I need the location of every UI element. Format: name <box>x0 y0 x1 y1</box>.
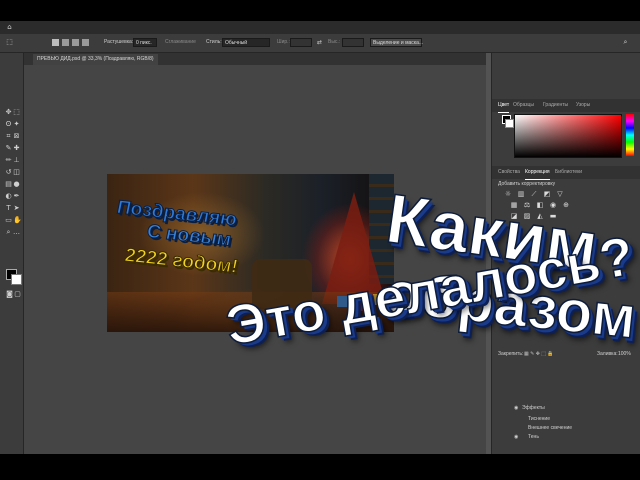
width-input[interactable] <box>290 38 312 47</box>
lock-icons[interactable]: ▦ ✎ ✥ ⬚ 🔒 <box>524 351 554 357</box>
effect-drop-shadow[interactable]: Тень <box>528 434 539 440</box>
stamp-tool-icon[interactable]: ⊥ <box>13 157 20 164</box>
menu-bar: ⌂ <box>0 21 640 34</box>
magic-wand-icon[interactable]: ✦ <box>13 121 20 128</box>
style-select[interactable]: Обычный <box>222 38 270 47</box>
type-tool-icon[interactable]: T <box>5 205 12 212</box>
lasso-tool-icon[interactable]: ʘ <box>5 121 12 128</box>
tab-properties[interactable]: Свойства <box>498 166 520 179</box>
antialias-checkbox[interactable]: Сглаживание <box>165 37 196 48</box>
fill-label: Заливка: <box>597 351 618 357</box>
adjustments-panel-tabs: Свойства Коррекция Библиотеки <box>492 166 640 180</box>
tools-panel: ✥ ⬚ ʘ ✦ ⌗ ⊠ ✎ ✚ ✏ ⊥ ↺ ◫ ▤ ● ◐ ✒ T ➤ ▭ ✋ … <box>0 53 24 454</box>
tab-libraries[interactable]: Библиотеки <box>555 166 582 179</box>
width-label: Шир.: <box>277 39 290 45</box>
exposure-icon[interactable]: ◩ <box>543 191 551 198</box>
effects-label: Эффекты <box>522 405 545 411</box>
screen-mode-icon[interactable]: ▢ <box>14 291 21 298</box>
video-frame: ⌂ ⬚ Растушевка: 0 пикс. Сглаживание Стил… <box>0 0 640 480</box>
style-label: Стиль: <box>206 39 222 45</box>
eraser-icon[interactable]: ◫ <box>13 169 20 176</box>
feather-input[interactable]: 0 пикс. <box>133 38 157 47</box>
move-tool-icon[interactable]: ✥ <box>5 109 12 116</box>
effects-visibility-icon[interactable]: ◉ <box>514 405 518 411</box>
dodge-tool-icon[interactable]: ◐ <box>5 193 12 200</box>
quick-mask-icon[interactable]: ◙ <box>6 291 13 298</box>
tab-color[interactable]: Цвет <box>498 99 510 113</box>
intersect-selection-icon[interactable] <box>82 39 89 46</box>
height-label: Выс.: <box>328 39 341 45</box>
brush-tool-icon[interactable]: ✏ <box>5 157 12 164</box>
search-icon[interactable]: ⌕ <box>622 39 629 46</box>
feather-label: Растушевка: <box>104 39 134 45</box>
curves-icon[interactable]: ⟋ <box>530 191 538 198</box>
path-select-icon[interactable]: ➤ <box>13 205 20 212</box>
new-selection-icon[interactable] <box>52 39 59 46</box>
select-and-mask-button[interactable]: Выделение и маска... <box>370 38 423 47</box>
more-tools-icon[interactable]: … <box>13 229 20 236</box>
document-tab[interactable]: ПРЕВЬЮ ДИД.psd @ 33,3% (Поздравляю, RGB/… <box>33 54 158 65</box>
subtract-selection-icon[interactable] <box>72 39 79 46</box>
fill-value[interactable]: 100% <box>618 351 631 357</box>
home-icon[interactable]: ⌂ <box>6 24 13 31</box>
gradient-tool-icon[interactable]: ▤ <box>5 181 12 188</box>
zoom-tool-icon[interactable]: ⌕ <box>5 229 12 236</box>
options-bar: ⬚ Растушевка: 0 пикс. Сглаживание Стиль:… <box>0 34 640 53</box>
document-tab-bar: ПРЕВЬЮ ДИД.psd @ 33,3% (Поздравляю, RGB/… <box>23 53 486 65</box>
add-adjustment-label: Добавить корректировку <box>498 181 556 187</box>
add-selection-icon[interactable] <box>62 39 69 46</box>
marquee-tool-icon[interactable]: ⬚ <box>13 109 20 116</box>
tab-adjustments[interactable]: Коррекция <box>525 166 550 180</box>
swap-icon[interactable]: ⇄ <box>316 39 323 46</box>
blur-tool-icon[interactable]: ● <box>13 181 20 188</box>
pen-tool-icon[interactable]: ✒ <box>13 193 20 200</box>
hand-tool-icon[interactable]: ✋ <box>13 217 22 224</box>
crop-tool-icon[interactable]: ⌗ <box>5 133 12 140</box>
picker-background-swatch[interactable] <box>505 119 514 128</box>
lock-label: Закрепить: <box>498 351 524 357</box>
frame-tool-icon[interactable]: ⊠ <box>13 133 20 140</box>
healing-brush-icon[interactable]: ✚ <box>13 145 20 152</box>
artwork-greeting-line3: 2222 годом! <box>125 245 239 279</box>
effect-outer-glow[interactable]: Внешнее свечение <box>528 425 572 431</box>
shape-tool-icon[interactable]: ▭ <box>5 217 12 224</box>
color-picker-field[interactable] <box>514 114 622 158</box>
background-color-swatch[interactable] <box>11 274 22 285</box>
hue-slider[interactable] <box>626 114 634 156</box>
effect-emboss[interactable]: Тиснение <box>528 416 550 422</box>
tab-patterns[interactable]: Узоры <box>576 99 590 112</box>
color-panel-tabs: Цвет Образцы Градиенты Узоры <box>492 99 640 113</box>
eyedropper-icon[interactable]: ✎ <box>5 145 12 152</box>
tab-swatches[interactable]: Образцы <box>513 99 534 112</box>
vibrance-icon[interactable]: ▽ <box>556 191 564 198</box>
height-input[interactable] <box>342 38 364 47</box>
marquee-tool-icon[interactable]: ⬚ <box>6 39 13 46</box>
effect-shadow-visibility-icon[interactable]: ◉ <box>514 434 518 440</box>
tab-gradients[interactable]: Градиенты <box>543 99 568 112</box>
history-brush-icon[interactable]: ↺ <box>5 169 12 176</box>
